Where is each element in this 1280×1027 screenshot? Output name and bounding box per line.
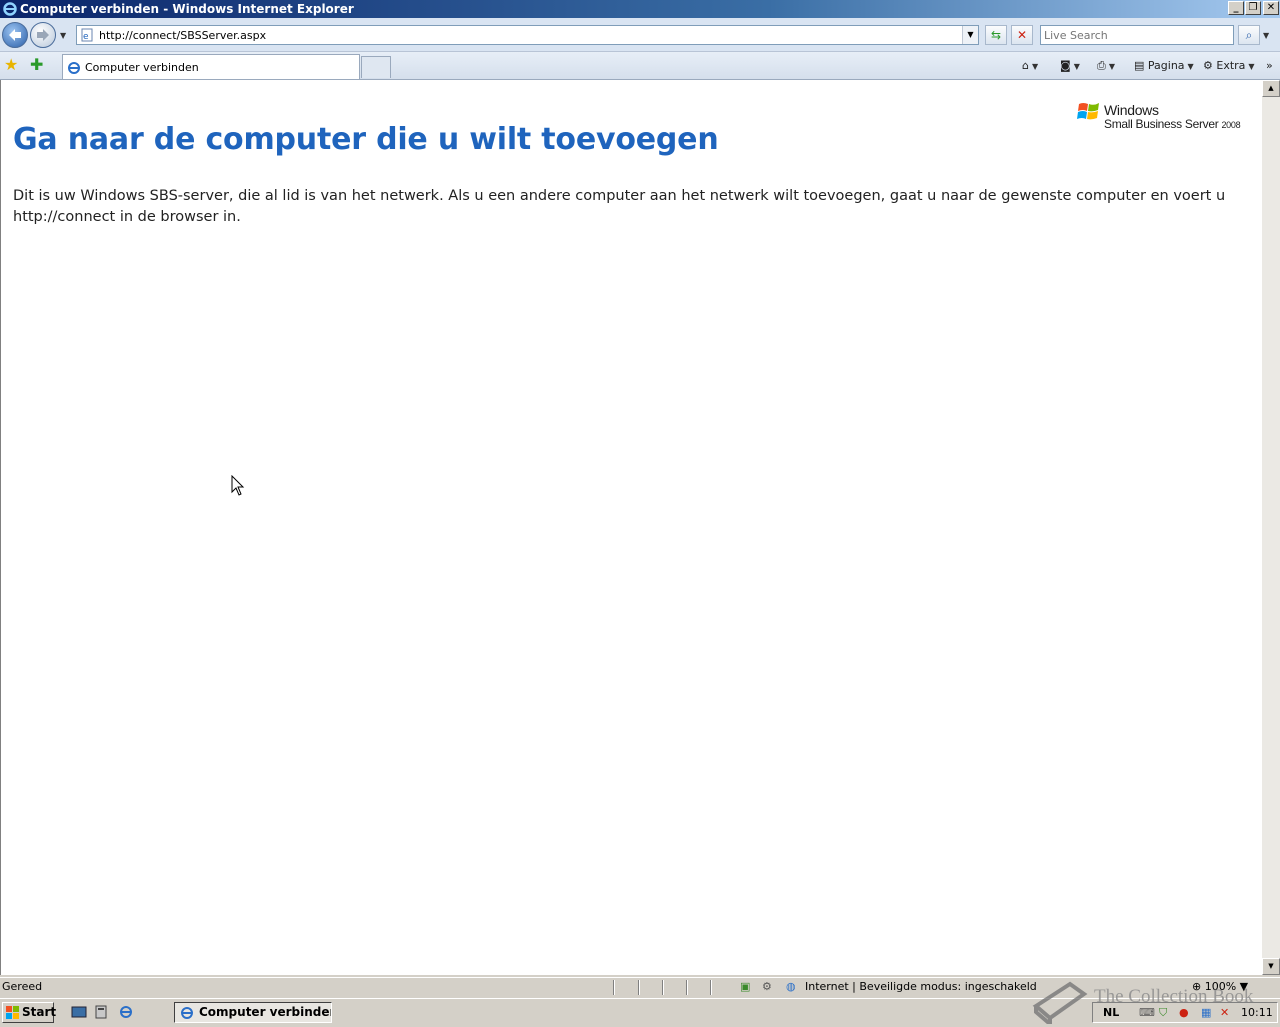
- scroll-down-button[interactable]: ▼: [1262, 958, 1280, 975]
- vertical-scrollbar[interactable]: ▲ ▼: [1262, 80, 1280, 975]
- taskbar-ie-window-button[interactable]: Computer verbinden ...: [174, 1002, 332, 1023]
- new-tab-button[interactable]: [361, 56, 391, 78]
- windows-flag-icon: [1077, 103, 1099, 120]
- book-icon: [1032, 981, 1088, 1027]
- status-divider: [613, 980, 615, 995]
- search-input[interactable]: [1041, 26, 1233, 44]
- home-icon: ⌂: [1022, 59, 1029, 72]
- instruction-text: Dit is uw Windows SBS-server, die al lid…: [13, 188, 1226, 225]
- status-divider: [638, 980, 640, 995]
- page-menu-label: Pagina: [1147, 59, 1185, 72]
- address-dropdown[interactable]: ▼: [962, 26, 978, 44]
- task-label: Computer verbinden ...: [199, 1005, 332, 1019]
- page-menu-icon: ▤: [1134, 59, 1145, 72]
- forward-arrow-icon: [37, 29, 49, 41]
- scroll-up-button[interactable]: ▲: [1262, 80, 1280, 97]
- title-bar: Computer verbinden - Windows Internet Ex…: [0, 0, 1280, 18]
- svg-text:e: e: [83, 32, 89, 42]
- logo-windows-text: Windows: [1104, 102, 1159, 118]
- ie-icon: [3, 2, 17, 16]
- rss-icon: ◙: [1060, 59, 1071, 72]
- page-title: Ga naar de computer die u wilt toevoegen: [13, 122, 719, 157]
- search-box[interactable]: [1040, 25, 1234, 45]
- stop-button[interactable]: ✕: [1011, 25, 1033, 45]
- start-windows-icon: [6, 1006, 19, 1019]
- tools-menu-label: Extra: [1216, 59, 1246, 72]
- back-button[interactable]: [2, 22, 28, 48]
- favorites-star-icon[interactable]: ★: [4, 57, 18, 73]
- minimize-button[interactable]: _: [1228, 1, 1244, 15]
- internet-explorer-icon[interactable]: [118, 1005, 134, 1019]
- protected-mode-icon: ▣: [740, 980, 751, 993]
- navigation-bar: ▼ e http://connect/SBSServer.aspx ▼ ⇆ ✕ …: [0, 18, 1280, 52]
- print-button[interactable]: ⎙ ▼: [1097, 57, 1115, 75]
- globe-icon: ◍: [786, 980, 796, 993]
- tab-label: Computer verbinden: [85, 61, 199, 74]
- window-title: Computer verbinden - Windows Internet Ex…: [20, 2, 354, 16]
- logo-year: 2008: [1221, 120, 1241, 130]
- addon-icon: ⚙: [762, 980, 772, 993]
- sbs-logo: Windows Small Business Server 2008: [1077, 98, 1257, 138]
- collection-book-watermark: The Collection Book: [1030, 976, 1270, 1027]
- status-divider: [662, 980, 664, 995]
- page-icon: e: [81, 28, 93, 42]
- address-url[interactable]: http://connect/SBSServer.aspx: [99, 29, 266, 42]
- feeds-button[interactable]: ◙ ▼: [1060, 57, 1080, 75]
- page-menu[interactable]: ▤ Pagina ▼: [1134, 57, 1194, 75]
- status-text: Gereed: [2, 980, 43, 993]
- recent-pages-dropdown[interactable]: ▼: [60, 31, 66, 40]
- server-manager-icon[interactable]: [94, 1005, 110, 1019]
- status-divider: [710, 980, 712, 995]
- logo-product-name: Small Business Server: [1104, 117, 1219, 131]
- restore-button[interactable]: ❐: [1245, 1, 1261, 15]
- mouse-cursor-icon: [231, 475, 245, 496]
- page-content: Windows Small Business Server 2008 Ga na…: [0, 80, 1262, 975]
- search-options-dropdown[interactable]: ▼: [1263, 31, 1269, 40]
- tab-computer-verbinden[interactable]: Computer verbinden: [62, 54, 360, 79]
- back-arrow-icon: [9, 29, 21, 41]
- status-divider: [686, 980, 688, 995]
- tab-command-bar: ★ ✚ Computer verbinden ⌂ ▼ ◙ ▼ ⎙ ▼ ▤ Pagina…: [0, 52, 1280, 80]
- ie-tab-icon: [68, 62, 80, 74]
- start-button[interactable]: Start: [2, 1002, 57, 1023]
- start-label: Start: [22, 1005, 57, 1019]
- address-bar[interactable]: e http://connect/SBSServer.aspx ▼: [76, 25, 979, 45]
- home-button[interactable]: ⌂ ▼: [1022, 57, 1038, 75]
- watermark-text: The Collection Book: [1094, 986, 1254, 1007]
- security-zone-text[interactable]: Internet | Beveiligde modus: ingeschakel…: [805, 978, 1037, 996]
- printer-icon: ⎙: [1097, 59, 1106, 72]
- gear-icon: ⚙: [1203, 59, 1213, 72]
- logo-product-text: Small Business Server 2008: [1104, 117, 1241, 131]
- forward-button[interactable]: [30, 22, 56, 48]
- close-window-button[interactable]: ✕: [1263, 1, 1279, 15]
- tools-menu[interactable]: ⚙ Extra ▼: [1203, 57, 1255, 75]
- show-desktop-icon[interactable]: [71, 1005, 87, 1019]
- chevron-more-icon[interactable]: »: [1266, 57, 1273, 75]
- search-button[interactable]: ⌕: [1238, 25, 1260, 45]
- refresh-button[interactable]: ⇆: [985, 25, 1007, 45]
- ie-task-icon: [181, 1007, 193, 1019]
- add-favorites-icon[interactable]: ✚: [30, 57, 43, 73]
